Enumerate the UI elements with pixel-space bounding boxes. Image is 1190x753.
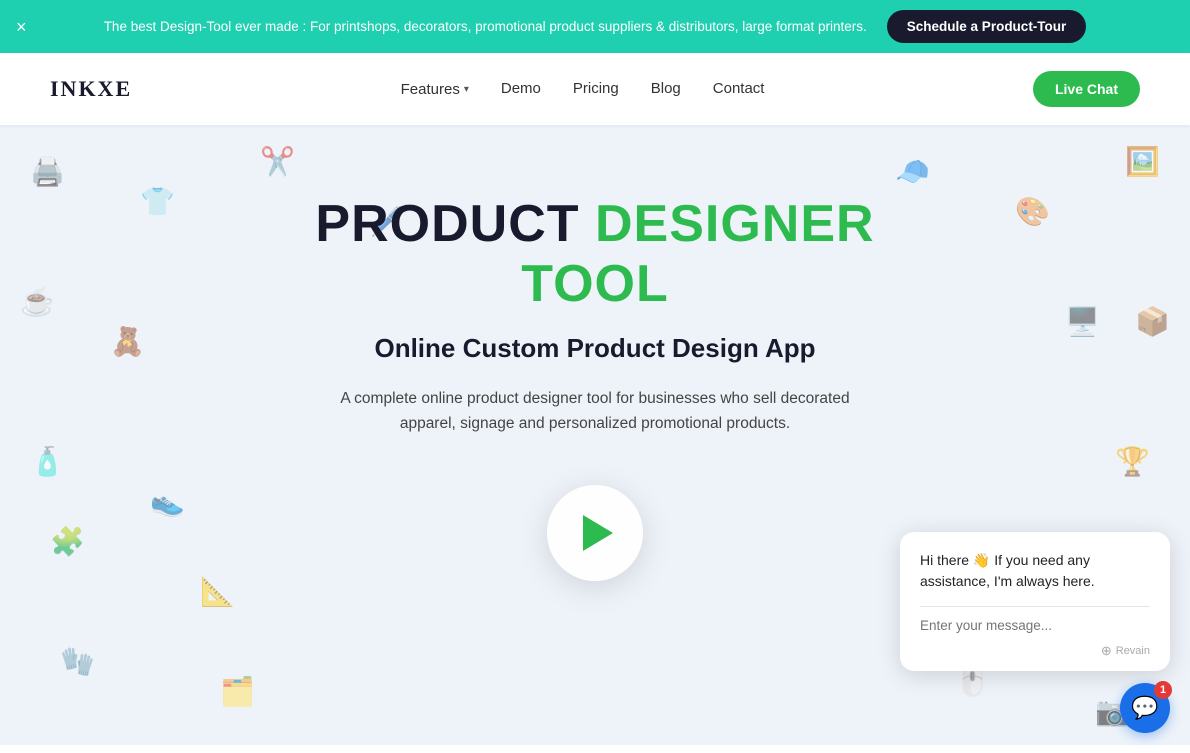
bg-icon-13: 👟 (150, 485, 185, 518)
revain-label: Revain (1116, 645, 1150, 657)
bg-icon-8: ☕ (20, 285, 55, 318)
chat-widget: Hi there 👋 If you need any assistance, I… (900, 532, 1170, 733)
top-banner: × The best Design-Tool ever made : For p… (0, 0, 1190, 53)
hero-title-black: PRODUCT (315, 195, 595, 253)
chat-message-icon: 💬 (1131, 695, 1158, 721)
chat-divider (920, 606, 1150, 607)
nav-links: Features ▾ Demo Pricing Blog Contact (401, 80, 765, 98)
nav-item-demo[interactable]: Demo (501, 80, 541, 97)
revain-logo-icon: ⊕ (1101, 643, 1112, 659)
bg-icon-10: 🖥️ (1065, 305, 1100, 338)
hero-title: PRODUCT DESIGNER TOOL (245, 195, 945, 315)
features-label: Features (401, 81, 460, 98)
play-button[interactable] (547, 485, 643, 581)
nav-item-features[interactable]: Features ▾ (401, 81, 469, 98)
bg-icon-5: 🧢 (895, 155, 930, 188)
nav-item-contact[interactable]: Contact (713, 80, 765, 97)
chat-message-input[interactable] (920, 618, 1150, 633)
bg-icon-7: 🖼️ (1125, 145, 1160, 178)
banner-message: The best Design-Tool ever made : For pri… (104, 19, 867, 34)
live-chat-button[interactable]: Live Chat (1033, 71, 1140, 107)
chat-branding: ⊕ Revain (1101, 643, 1150, 659)
chat-bubble: Hi there 👋 If you need any assistance, I… (900, 532, 1170, 671)
play-triangle-icon (583, 515, 613, 551)
nav-item-blog[interactable]: Blog (651, 80, 681, 97)
play-button-wrapper (245, 485, 945, 581)
bg-icon-15: 🧩 (50, 525, 85, 558)
nav-item-pricing[interactable]: Pricing (573, 80, 619, 97)
bg-icon-1: 🖨️ (30, 155, 65, 188)
chat-footer: ⊕ Revain (920, 643, 1150, 659)
chat-open-button[interactable]: 💬 1 (1120, 683, 1170, 733)
banner-close-button[interactable]: × (16, 18, 27, 36)
banner-cta-button[interactable]: Schedule a Product-Tour (887, 10, 1087, 43)
chat-row: Hi there 👋 If you need any assistance, I… (900, 532, 1170, 733)
bg-icon-3: ✂️ (260, 145, 295, 178)
bg-icon-9: 🧸 (110, 325, 145, 358)
logo[interactable]: INKXE (50, 76, 132, 102)
bg-icon-6: 🎨 (1015, 195, 1050, 228)
chevron-down-icon: ▾ (464, 84, 469, 95)
bg-icon-11: 📦 (1135, 305, 1170, 338)
navbar: INKXE Features ▾ Demo Pricing Blog Conta… (0, 53, 1190, 125)
chat-notification-badge: 1 (1154, 681, 1172, 699)
bg-icon-2: 👕 (140, 185, 175, 218)
bg-icon-12: 🧴 (30, 445, 65, 478)
hero-subtitle: Online Custom Product Design App (245, 333, 945, 364)
hero-content: PRODUCT DESIGNER TOOL Online Custom Prod… (245, 195, 945, 581)
hero-description: A complete online product designer tool … (315, 386, 875, 437)
bg-icon-20: 🗂️ (220, 675, 255, 708)
bg-icon-16: 📐 (200, 575, 235, 608)
bg-icon-19: 🧤 (60, 645, 95, 678)
bg-icon-14: 🏆 (1115, 445, 1150, 478)
chat-greeting: Hi there 👋 If you need any assistance, I… (920, 550, 1150, 592)
